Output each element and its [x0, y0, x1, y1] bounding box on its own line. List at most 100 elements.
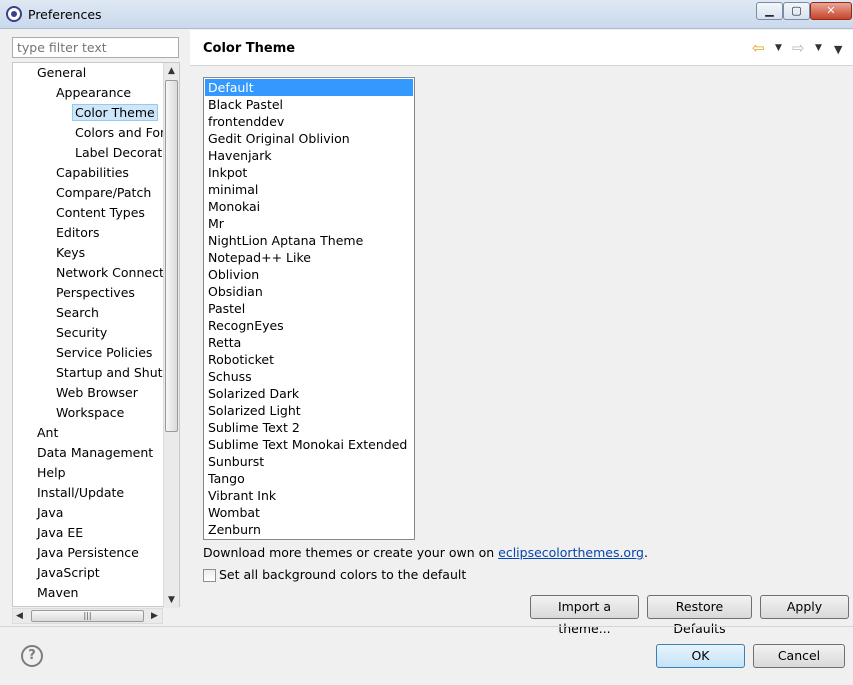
footer-divider [0, 626, 853, 627]
window-title: Preferences [28, 7, 102, 22]
theme-list-item[interactable]: NightLion Aptana Theme [205, 232, 413, 249]
tree-vertical-scroll-thumb[interactable] [165, 80, 178, 432]
tree-item[interactable]: Web Browser [56, 383, 138, 403]
theme-list-item[interactable]: Solarized Dark [205, 385, 413, 402]
tree-item[interactable]: Startup and Shutdown [56, 363, 179, 383]
tree-item-label: General [37, 65, 87, 80]
theme-list-item[interactable]: Mr [205, 215, 413, 232]
tree-item[interactable]: Workspace [56, 403, 124, 423]
theme-list-item[interactable]: Tango [205, 470, 413, 487]
tree-item[interactable]: Capabilities [56, 163, 129, 183]
download-suffix: . [643, 545, 648, 560]
tree-item[interactable]: Network Connections [56, 263, 180, 283]
help-icon[interactable]: ? [21, 645, 43, 667]
theme-list-item[interactable]: Sublime Text 2 [205, 419, 413, 436]
theme-list-item[interactable]: Inkpot [205, 164, 413, 181]
tree-item-label: Editors [56, 225, 100, 240]
default-background-checkbox-label[interactable]: Set all background colors to the default [219, 567, 466, 582]
tree-item[interactable]: Content Types [56, 203, 145, 223]
forward-dropdown-icon[interactable]: ▼ [815, 43, 822, 53]
theme-list-item[interactable]: Black Pastel [205, 96, 413, 113]
tree-item[interactable]: Editors [56, 223, 100, 243]
tree-item-label: Perspectives [56, 285, 135, 300]
tree-item-label: Search [56, 305, 99, 320]
tree-item[interactable]: Help [37, 463, 66, 483]
theme-list-item[interactable]: minimal [205, 181, 413, 198]
tree-item-label: Help [37, 465, 66, 480]
tree-item[interactable]: Search [56, 303, 99, 323]
tree-item[interactable]: Data Management [37, 443, 153, 463]
theme-list-item[interactable]: Retta [205, 334, 413, 351]
default-background-checkbox[interactable] [203, 569, 216, 582]
back-dropdown-icon[interactable]: ▼ [775, 43, 782, 53]
tree-item-label: Compare/Patch [56, 185, 152, 200]
tree-item[interactable]: General [37, 63, 86, 83]
restore-defaults-button[interactable]: Restore Defaults [647, 595, 752, 636]
forward-arrow-icon[interactable]: ⇨ [792, 39, 805, 57]
tree-item-label: Keys [56, 245, 86, 260]
import-theme-button[interactable]: Import a theme... [530, 595, 639, 636]
theme-list-item[interactable]: Roboticket [205, 351, 413, 368]
view-menu-icon[interactable]: ▼ [834, 43, 842, 56]
tree-item-label: Maven [37, 585, 79, 600]
scroll-left-arrow-icon[interactable]: ◀ [16, 611, 23, 621]
theme-list-item[interactable]: Vibrant Ink [205, 487, 413, 504]
tree-item-label: Startup and Shutdown [56, 365, 179, 380]
theme-list-item[interactable]: Zenburn [205, 521, 413, 538]
tree-horizontal-scrollbar[interactable]: ◀ ||| ▶ [12, 608, 163, 624]
theme-list-item[interactable]: RecognEyes [205, 317, 413, 334]
theme-list-item[interactable]: Sunburst [205, 453, 413, 470]
theme-list-item[interactable]: frontenddev [205, 113, 413, 130]
tree-item[interactable]: Security [56, 323, 107, 343]
theme-list-item[interactable]: Oblivion [205, 266, 413, 283]
scroll-down-arrow-icon[interactable]: ▼ [168, 595, 175, 605]
tree-item[interactable]: Maven [37, 583, 78, 603]
tree-item-label: Web Browser [56, 385, 138, 400]
tree-item-label: Java [37, 505, 64, 520]
tree-vertical-scrollbar[interactable]: ▲ ▼ [163, 63, 179, 608]
theme-list-item[interactable]: Schuss [205, 368, 413, 385]
tree-item-label: Security [56, 325, 108, 340]
tree-item[interactable]: Compare/Patch [56, 183, 151, 203]
tree-item-label: Data Management [37, 445, 154, 460]
eclipsecolorthemes-link[interactable]: eclipsecolorthemes.org [498, 545, 644, 560]
filter-input[interactable] [12, 37, 179, 58]
theme-list[interactable]: Default Black Pastel frontenddev Gedit Orig… [203, 77, 415, 540]
tree-item[interactable]: Java [37, 503, 63, 523]
theme-list-item[interactable]: Obsidian [205, 283, 413, 300]
theme-list-item[interactable]: Solarized Light [205, 402, 413, 419]
scroll-right-arrow-icon[interactable]: ▶ [151, 611, 158, 621]
theme-list-item[interactable]: Havenjark [205, 147, 413, 164]
close-button[interactable]: ✕ [810, 2, 852, 20]
minimize-button[interactable]: ▁ [756, 2, 783, 20]
tree-item-label: Ant [37, 425, 59, 440]
theme-list-item[interactable]: Monokai [205, 198, 413, 215]
tree-item[interactable]: Color Theme [72, 103, 158, 123]
tree-item[interactable]: JavaScript [37, 563, 100, 583]
apply-button[interactable]: Apply [760, 595, 849, 619]
tree-item[interactable]: Service Policies [56, 343, 152, 363]
tree-item[interactable]: Perspectives [56, 283, 135, 303]
theme-list-item[interactable]: Default [205, 79, 413, 96]
cancel-button[interactable]: Cancel [753, 644, 845, 668]
tree-item[interactable]: Keys [56, 243, 85, 263]
maximize-button[interactable]: ▢ [783, 2, 810, 20]
theme-list-item[interactable]: Gedit Original Oblivion [205, 130, 413, 147]
tree-item-label: Appearance [56, 85, 132, 100]
tree-item-label: Network Connections [56, 265, 180, 280]
theme-list-item[interactable]: Pastel [205, 300, 413, 317]
theme-list-item[interactable]: Sublime Text Monokai Extended [205, 436, 413, 453]
theme-list-item[interactable]: Notepad++ Like [205, 249, 413, 266]
tree-horizontal-scroll-thumb[interactable]: ||| [31, 610, 144, 622]
back-arrow-icon[interactable]: ⇦ [752, 39, 765, 57]
tree-item[interactable]: Appearance [56, 83, 131, 103]
scroll-up-arrow-icon[interactable]: ▲ [168, 66, 175, 76]
tree-item-label: Java EE [37, 525, 84, 540]
tree-item[interactable]: Install/Update [37, 483, 124, 503]
tree-item[interactable]: Ant [37, 423, 58, 443]
tree-item[interactable]: Java Persistence [37, 543, 139, 563]
theme-list-item[interactable]: Wombat [205, 504, 413, 521]
tree-item-label: Install/Update [37, 485, 125, 500]
tree-item[interactable]: Java EE [37, 523, 83, 543]
ok-button[interactable]: OK [656, 644, 745, 668]
